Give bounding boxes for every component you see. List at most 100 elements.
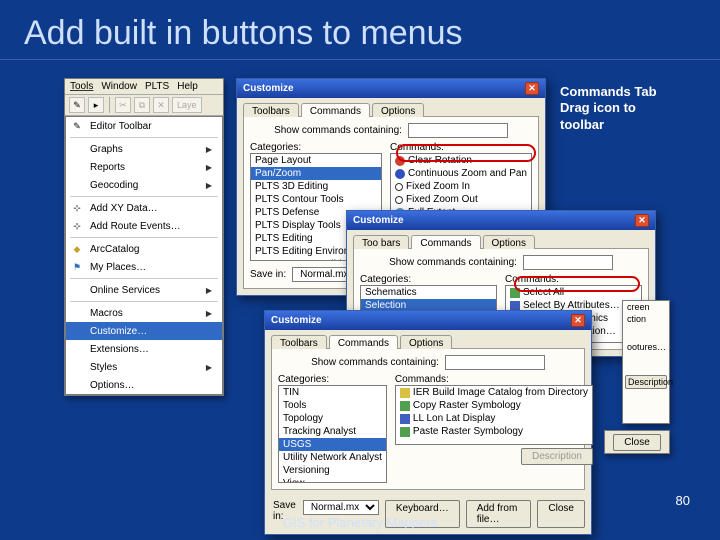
list-item[interactable]: Copy Raster Symbology bbox=[396, 399, 592, 412]
close-icon[interactable]: ✕ bbox=[635, 214, 649, 227]
cmd-icon bbox=[400, 427, 410, 437]
toolstrip: ✎ ▸ ✂ ⧉ ✕ Laye bbox=[65, 95, 223, 116]
customize-dialog-3: Customize ✕ Toolbars Commands Options Sh… bbox=[264, 310, 592, 535]
annotation-line: Drag icon to bbox=[560, 100, 657, 116]
close-button[interactable]: Close bbox=[613, 434, 661, 451]
titlebar: Customize ✕ bbox=[347, 211, 655, 230]
filter-input[interactable] bbox=[445, 355, 545, 370]
mi-geocoding[interactable]: Geocoding▶ bbox=[66, 176, 222, 194]
list-item[interactable]: Tools bbox=[279, 399, 386, 412]
description-button[interactable]: Description bbox=[521, 448, 593, 465]
tab-toolbars[interactable]: Toolbars bbox=[271, 335, 327, 349]
label-savein: Save in: bbox=[250, 269, 286, 280]
list-item[interactable]: Page Layout bbox=[251, 154, 381, 167]
mi-add-route[interactable]: ⊹Add Route Events… bbox=[66, 217, 222, 235]
commands-list[interactable]: IER Build Image Catalog from Directory C… bbox=[395, 385, 593, 445]
list-item[interactable]: Continuous Zoom and Pan bbox=[391, 167, 531, 180]
label-show: Show commands containing: bbox=[389, 257, 517, 268]
pencil-icon: ✎ bbox=[70, 119, 84, 133]
mi-my-places[interactable]: ⚑My Places… bbox=[66, 258, 222, 276]
tab-commands[interactable]: Commands bbox=[411, 235, 480, 249]
chevron-right-icon: ▶ bbox=[206, 145, 212, 154]
tool-icon[interactable]: ▸ bbox=[88, 97, 104, 113]
fragment-text: creen bbox=[623, 301, 669, 313]
list-item[interactable]: PLTS 3D Editing bbox=[251, 180, 381, 193]
tab-options[interactable]: Options bbox=[483, 235, 535, 249]
list-item[interactable]: Fixed Zoom Out bbox=[391, 193, 531, 206]
list-item[interactable]: Pan/Zoom bbox=[251, 167, 381, 180]
mi-options[interactable]: Options… bbox=[66, 376, 222, 394]
menu-window[interactable]: Window bbox=[101, 81, 137, 92]
mi-editor-toolbar[interactable]: ✎Editor Toolbar bbox=[66, 117, 222, 135]
tab-toolbars[interactable]: Too bars bbox=[353, 235, 409, 249]
close-icon[interactable]: ✕ bbox=[571, 314, 585, 327]
label-commands: Commands: bbox=[395, 374, 593, 385]
tools-dropdown: ✎Editor Toolbar Graphs▶ Reports▶ Geocodi… bbox=[65, 116, 223, 395]
description-button[interactable]: Description bbox=[625, 375, 667, 389]
chevron-right-icon: ▶ bbox=[206, 363, 212, 372]
list-item[interactable]: Versioning bbox=[279, 464, 386, 477]
list-item[interactable]: Schematics bbox=[361, 286, 496, 299]
tool-icon[interactable]: ⧉ bbox=[134, 97, 150, 113]
tab-commands[interactable]: Commands bbox=[329, 335, 398, 349]
clipped-panel: creen ction ootures… Description bbox=[622, 300, 670, 424]
chevron-right-icon: ▶ bbox=[206, 181, 212, 190]
menu-help[interactable]: Help bbox=[177, 81, 198, 92]
annotation-line: Commands Tab bbox=[560, 84, 657, 100]
list-item[interactable]: Utility Network Analyst bbox=[279, 451, 386, 464]
cmd-icon bbox=[400, 401, 410, 411]
pan-icon bbox=[395, 169, 405, 179]
mi-arccatalog[interactable]: ◆ArcCatalog bbox=[66, 240, 222, 258]
mi-extensions[interactable]: Extensions… bbox=[66, 340, 222, 358]
tabs: Too bars Commands Options bbox=[347, 230, 655, 248]
list-item[interactable]: USGS bbox=[279, 438, 386, 451]
places-icon: ⚑ bbox=[70, 260, 84, 274]
mi-online[interactable]: Online Services▶ bbox=[66, 281, 222, 299]
categories-list[interactable]: TIN Tools Topology Tracking Analyst USGS… bbox=[278, 385, 387, 483]
tool-icon[interactable]: ✂ bbox=[115, 97, 131, 113]
filter-input[interactable] bbox=[408, 123, 508, 138]
menu-plts[interactable]: PLTS bbox=[145, 81, 169, 92]
list-item[interactable]: TIN bbox=[279, 386, 386, 399]
window-title: Customize bbox=[353, 215, 404, 226]
footer-text: GIS for Planetary Mappers bbox=[0, 515, 720, 530]
mi-styles[interactable]: Styles▶ bbox=[66, 358, 222, 376]
list-item[interactable]: IER Build Image Catalog from Directory bbox=[396, 386, 592, 399]
menu-tools[interactable]: Tools bbox=[70, 81, 93, 92]
savein-select[interactable]: Normal.mxt bbox=[303, 500, 379, 515]
label-show: Show commands containing: bbox=[274, 125, 402, 136]
list-item[interactable]: Tracking Analyst bbox=[279, 425, 386, 438]
mi-reports[interactable]: Reports▶ bbox=[66, 158, 222, 176]
window-title: Customize bbox=[243, 83, 294, 94]
list-item[interactable]: Topology bbox=[279, 412, 386, 425]
tab-toolbars[interactable]: Toolbars bbox=[243, 103, 299, 117]
mi-customize[interactable]: Customize… bbox=[66, 322, 222, 340]
tabs: Toolbars Commands Options bbox=[237, 98, 545, 116]
list-item[interactable]: Paste Raster Symbology bbox=[396, 425, 592, 438]
xy-icon: ⊹ bbox=[70, 201, 84, 215]
mi-graphs[interactable]: Graphs▶ bbox=[66, 140, 222, 158]
list-item[interactable]: Fixed Zoom In bbox=[391, 180, 531, 193]
select-attr-icon bbox=[510, 301, 520, 311]
cmd-icon bbox=[400, 414, 410, 424]
mi-macros[interactable]: Macros▶ bbox=[66, 304, 222, 322]
menubar: Tools Window PLTS Help bbox=[65, 79, 223, 95]
tool-icon[interactable]: ✕ bbox=[153, 97, 169, 113]
tool-icon[interactable]: ✎ bbox=[69, 97, 85, 113]
zoom-in-icon bbox=[395, 183, 403, 191]
titlebar: Customize ✕ bbox=[265, 311, 591, 330]
chevron-right-icon: ▶ bbox=[206, 309, 212, 318]
filter-input[interactable] bbox=[523, 255, 613, 270]
highlight-circle-icon bbox=[514, 276, 640, 292]
tab-options[interactable]: Options bbox=[400, 335, 452, 349]
tools-menu-panel: Tools Window PLTS Help ✎ ▸ ✂ ⧉ ✕ Laye ✎E… bbox=[64, 78, 224, 396]
mi-add-xy[interactable]: ⊹Add XY Data… bbox=[66, 199, 222, 217]
list-item[interactable]: PLTS Contour Tools bbox=[251, 193, 381, 206]
tab-commands[interactable]: Commands bbox=[301, 103, 370, 117]
close-icon[interactable]: ✕ bbox=[525, 82, 539, 95]
list-item[interactable]: View bbox=[279, 477, 386, 483]
tab-options[interactable]: Options bbox=[372, 103, 424, 117]
highlight-circle-icon bbox=[396, 144, 536, 162]
list-item[interactable]: LL Lon Lat Display bbox=[396, 412, 592, 425]
fragment-text: ction bbox=[623, 313, 669, 325]
